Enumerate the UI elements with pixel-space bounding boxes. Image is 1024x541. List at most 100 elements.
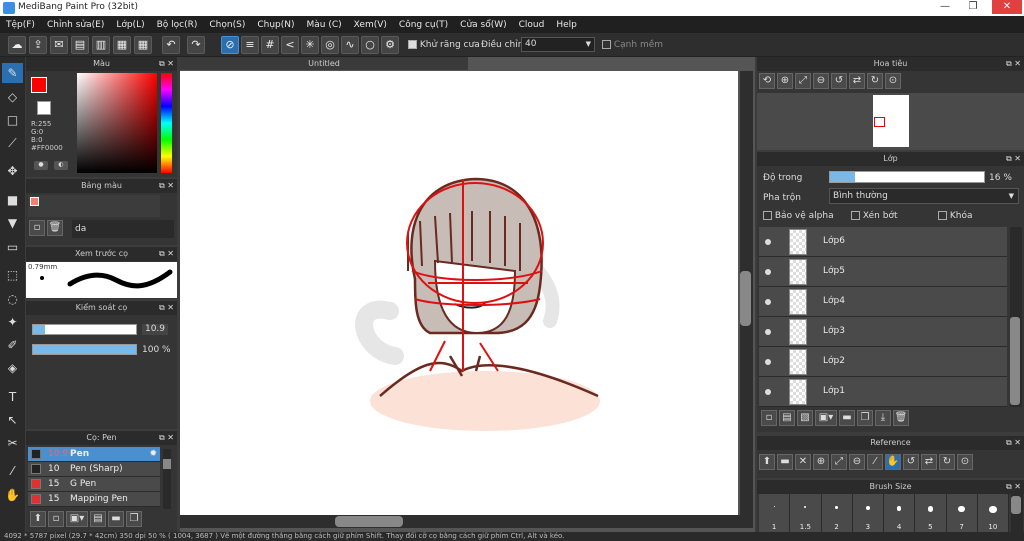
gear-icon[interactable]: ✹ [149,447,157,462]
foreground-color-swatch[interactable] [31,77,47,93]
menu-help[interactable]: Help [550,20,583,30]
line-tool-icon[interactable]: ⟋ [2,133,23,153]
brush-item-mapping-pen[interactable]: 15 Mapping Pen [28,492,160,507]
background-color-swatch[interactable] [37,101,51,115]
brush-list-scrollbar[interactable] [163,449,171,509]
reset-icon[interactable]: ⊙ [885,73,901,89]
navigator-viewport[interactable] [874,117,885,127]
scrollbar-thumb[interactable] [163,459,171,469]
brush-size-cell[interactable]: 4 [884,494,916,532]
layer-scroll-thumb[interactable] [1010,317,1020,405]
reset-icon[interactable]: ⊙ [957,454,973,470]
layer-row[interactable]: Lớp5 [759,257,1007,287]
share-icon[interactable]: ⇪ [29,36,47,54]
smooth-option[interactable]: Cạnh mềm [602,40,663,50]
operation-tool-icon[interactable]: ↖ [2,410,23,430]
grid-icon[interactable]: ▦ [134,36,152,54]
lock-checkbox[interactable] [938,211,947,220]
radial-snap-icon[interactable]: ✳ [301,36,319,54]
comment-icon[interactable]: ✉ [50,36,68,54]
panel-controls[interactable]: ⧉ ✕ [1006,436,1021,450]
vanish-snap-icon[interactable]: < [281,36,299,54]
settings-gear-icon[interactable]: ⚙ [381,36,399,54]
dot-tool-icon[interactable]: □ [2,110,23,130]
zoom-in-icon[interactable]: ⊕ [777,73,793,89]
layer-menu-icon[interactable]: ▣▾ [815,410,837,426]
eyedropper-icon[interactable]: ⁄ [867,454,883,470]
brush-size-cell[interactable]: 5 [915,494,947,532]
page-icon[interactable]: ▥ [92,36,110,54]
ellipse-snap-icon[interactable]: ○ [361,36,379,54]
canvas-vscrollbar[interactable] [740,71,753,515]
zoom-out-icon[interactable]: ⊖ [813,73,829,89]
new-1bit-layer-icon[interactable]: ▧ [797,410,813,426]
frame-icon[interactable]: ▦ [113,36,131,54]
blend-mode-select[interactable]: Bình thường ▼ [829,188,1019,204]
palette-name[interactable]: da [72,220,174,238]
eye-icon[interactable] [765,299,771,305]
antialias-checkbox[interactable] [408,40,417,49]
brush-item-g-pen[interactable]: 15 G Pen [28,477,160,492]
eye-icon[interactable] [765,359,771,365]
brush-size-value[interactable]: 10.9 [142,324,168,335]
panel-controls[interactable]: ⧉ ✕ [159,247,174,261]
new-brush-icon[interactable]: ▫ [48,511,64,527]
rotate-left-icon[interactable]: ↺ [903,454,919,470]
eraser-tool-icon[interactable]: ◇ [2,87,23,107]
fill-rect-tool-icon[interactable]: ■ [2,190,23,210]
saturation-value-picker[interactable] [77,73,157,173]
circle-snap-icon[interactable]: ◎ [321,36,339,54]
eye-icon[interactable] [765,269,771,275]
color-wheel-icon[interactable]: ● [34,161,48,170]
hand-icon[interactable]: ✋ [885,454,901,470]
hue-slider[interactable] [161,73,172,173]
select-tool-icon[interactable]: ⬚ [2,265,23,285]
brush-size-cell[interactable]: 2 [821,494,853,532]
duplicate-layer-icon[interactable]: ❐ [857,410,873,426]
open-folder-icon[interactable]: ▬ [777,454,793,470]
adjust-select[interactable]: 40 ▼ [521,37,595,52]
brush-size-cell[interactable]: 7 [946,494,978,532]
zoom-out-icon[interactable]: ⊖ [849,454,865,470]
panel-controls[interactable]: ⧉ ✕ [159,431,174,445]
layer-row[interactable]: Lớp3 [759,317,1007,347]
panel-controls[interactable]: ⧉ ✕ [1006,480,1021,494]
menu-tools[interactable]: Công cụ(T) [393,20,454,30]
select-eraser-icon[interactable]: ◈ [2,358,23,378]
brush-size-scrollbar[interactable] [1011,494,1023,532]
menu-cloud[interactable]: Cloud [513,20,551,30]
close-icon[interactable]: ✕ [795,454,811,470]
eyedropper-icon[interactable]: ⁄ [2,461,23,481]
maximize-button[interactable]: ❐ [962,0,984,14]
lasso-tool-icon[interactable]: ◌ [2,289,23,309]
layer-scrollbar[interactable] [1010,227,1022,407]
menu-file[interactable]: Tệp(F) [0,20,41,30]
brush-item-pen[interactable]: 10.9 Pen ✹ [28,447,160,462]
color-slider-icon[interactable]: ◐ [54,161,68,170]
brush-menu-icon[interactable]: ▣▾ [66,511,88,527]
redo-icon[interactable]: ↷ [187,36,205,54]
menu-filter[interactable]: Bộ lọc(R) [151,20,204,30]
canvas-hscroll-thumb[interactable] [335,516,403,527]
panel-controls[interactable]: ⧉ ✕ [159,57,174,71]
canvas-vscroll-thumb[interactable] [740,271,751,326]
folder-icon[interactable]: ▬ [108,511,124,527]
brush-size-cell[interactable]: 3 [852,494,884,532]
eye-icon[interactable] [765,329,771,335]
layer-opacity-slider[interactable] [829,171,985,183]
close-button[interactable]: ✕ [992,0,1022,14]
new-palette-icon[interactable]: ▫ [29,220,45,236]
drawing-canvas[interactable] [180,71,738,515]
brush-item-pen-sharp[interactable]: 10 Pen (Sharp) [28,462,160,477]
lock-option[interactable]: Khóa [938,211,973,221]
antialias-option[interactable]: Khử răng cưa [408,40,480,50]
menu-select[interactable]: Chọn(S) [203,20,251,30]
rotate-right-icon[interactable]: ↻ [867,73,883,89]
doc-icon[interactable]: ▤ [90,511,106,527]
document-icon[interactable]: ▤ [71,36,89,54]
brush-size-cell[interactable]: 1 [759,494,791,532]
flip-icon[interactable]: ⇄ [849,73,865,89]
panel-controls[interactable]: ⧉ ✕ [1006,57,1021,71]
fit-icon[interactable]: ⤢ [831,454,847,470]
undo-icon[interactable]: ↶ [162,36,180,54]
